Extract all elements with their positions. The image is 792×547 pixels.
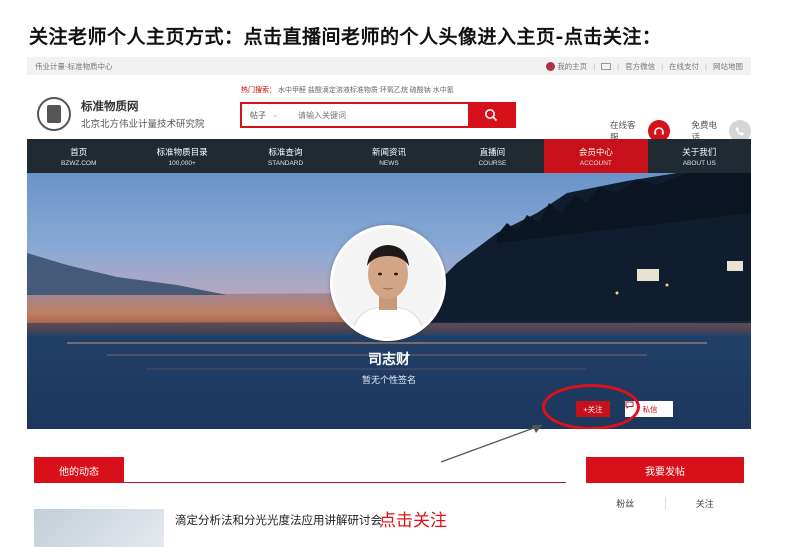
instruction-headline: 关注老师个人主页方式：点击直播间老师的个人头像进入主页-点击关注： bbox=[29, 26, 662, 48]
website-screenshot: 伟业计量-标准物质中心 我的主页 | | 官方微信 | 在线支付 | 网站地图 … bbox=[27, 57, 751, 547]
annotation-arrow bbox=[440, 424, 543, 463]
